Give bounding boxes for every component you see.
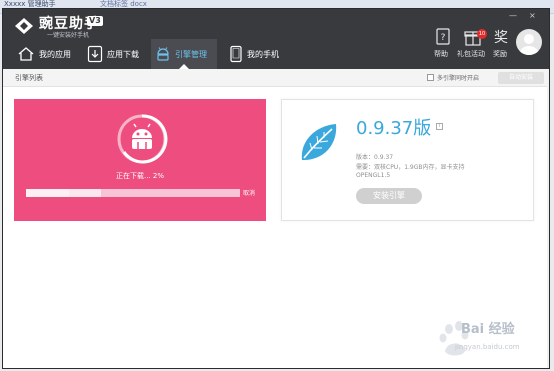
background-text: Xxxxx 管理助手 <box>4 0 56 8</box>
version-badge: V3 <box>87 16 103 26</box>
avatar[interactable] <box>516 29 542 55</box>
reward-label: 奖励 <box>493 50 507 58</box>
download-card: 正在下载... 2% 取消 <box>14 99 266 221</box>
reward-icon[interactable]: 奖 <box>489 27 513 47</box>
minimize-button[interactable]: — <box>509 11 517 20</box>
user-icon <box>519 34 539 55</box>
engine-version-title: 0.9.37版 <box>356 118 432 139</box>
page-title: 引擎列表 <box>15 74 43 82</box>
install-engine-button[interactable]: 安装引擎 <box>356 188 422 204</box>
engine-list-bar: 引擎列表 多引擎同时开启 自动安装 <box>3 69 549 87</box>
nav-engine-manage[interactable]: 引擎管理 <box>151 39 217 69</box>
download-progress-bar <box>26 189 240 197</box>
engine-card: 0.9.37版 i 版本：0.9.37 需要：双核CPU，1.9GB内存，显卡支… <box>281 99 534 221</box>
home-icon <box>18 47 34 61</box>
app-window: 豌豆助手 V3 一键安装好手机 — × 我的应用 应用下载 引擎管理 我的手机 … <box>2 8 550 369</box>
help-label: 帮助 <box>434 50 448 58</box>
phone-icon <box>230 45 242 63</box>
engine-opengl-line: OPENGL1.5 <box>356 172 391 179</box>
cancel-download-button[interactable]: 取消 <box>243 188 255 197</box>
watermark-url: jingyan.baidu.com <box>455 343 520 351</box>
nav-label: 我的手机 <box>247 49 279 59</box>
svg-text:奖: 奖 <box>494 29 508 46</box>
info-icon[interactable]: i <box>436 123 443 130</box>
gift-label: 礼包活动 <box>457 50 485 58</box>
nav-label: 我的应用 <box>39 49 71 59</box>
engine-requirement-line: 需要：双核CPU，1.9GB内存，显卡支持 <box>356 164 465 171</box>
progress-fill-current <box>26 189 69 197</box>
download-status: 正在下载... 2% <box>115 172 164 180</box>
download-icon <box>87 45 103 63</box>
app-logo-icon <box>15 18 33 34</box>
background-text-2: 文档标签 docx <box>100 0 147 8</box>
close-button[interactable]: × <box>529 11 536 20</box>
scrollbar[interactable] <box>547 69 549 368</box>
svg-text:?: ? <box>441 33 446 43</box>
nav-my-phone[interactable]: 我的手机 <box>225 39 291 69</box>
auto-install-button[interactable]: 自动安装 <box>498 72 544 84</box>
gift-badge: 10 <box>477 29 487 39</box>
android-download-icon <box>117 114 168 164</box>
multi-engine-checkbox[interactable] <box>427 74 434 81</box>
nav-my-apps[interactable]: 我的应用 <box>13 39 77 69</box>
nav-app-download[interactable]: 应用下载 <box>83 39 147 69</box>
nav-label: 引擎管理 <box>175 49 207 59</box>
nav-label: 应用下载 <box>107 49 139 59</box>
app-slogan: 一键安装好手机 <box>47 32 90 39</box>
leaf-icon <box>301 124 337 160</box>
title-bar: 豌豆助手 V3 一键安装好手机 — × 我的应用 应用下载 引擎管理 我的手机 … <box>3 9 549 69</box>
watermark-text: Bai 经验 <box>461 322 515 337</box>
engine-version-line: 版本：0.9.37 <box>356 154 394 161</box>
android-icon <box>157 47 169 61</box>
multi-engine-label: 多引擎同时开启 <box>437 75 480 82</box>
help-icon[interactable]: ? <box>431 27 455 47</box>
